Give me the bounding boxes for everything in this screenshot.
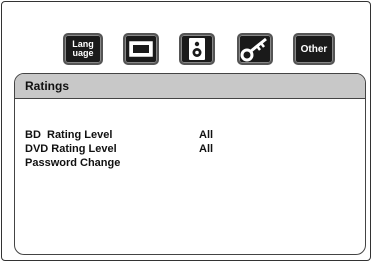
- row-value: All: [199, 143, 214, 155]
- password-change-row[interactable]: Password Change: [25, 156, 355, 170]
- language-icon[interactable]: Lang uage: [63, 33, 103, 65]
- panel-title: Ratings: [25, 79, 70, 93]
- display-icon[interactable]: [123, 33, 159, 65]
- speaker-glyph: [189, 38, 205, 60]
- other-icon-label: Other: [300, 43, 328, 55]
- settings-screen: Lang uage Other Ratings BD Rating Level …: [1, 1, 371, 261]
- audio-speaker-icon[interactable]: [179, 33, 215, 65]
- key-glyph: [240, 37, 267, 62]
- bd-rating-level-row[interactable]: BD Rating Level All: [25, 128, 355, 142]
- ratings-list: BD Rating Level All DVD Rating Level All…: [25, 128, 355, 170]
- key-icon[interactable]: [237, 33, 273, 65]
- ratings-panel: Ratings BD Rating Level All DVD Rating L…: [14, 73, 366, 255]
- row-label: BD Rating Level: [25, 129, 113, 141]
- dvd-rating-level-row[interactable]: DVD Rating Level All: [25, 142, 355, 156]
- row-value: All: [199, 129, 214, 141]
- panel-header: Ratings: [15, 74, 365, 99]
- other-icon[interactable]: Other: [293, 33, 335, 65]
- language-label-line2: uage: [72, 48, 94, 58]
- display-glyph: [129, 41, 153, 57]
- row-label: Password Change: [25, 157, 121, 169]
- language-icon-label: Lang uage: [72, 40, 94, 58]
- row-label: DVD Rating Level: [25, 143, 117, 155]
